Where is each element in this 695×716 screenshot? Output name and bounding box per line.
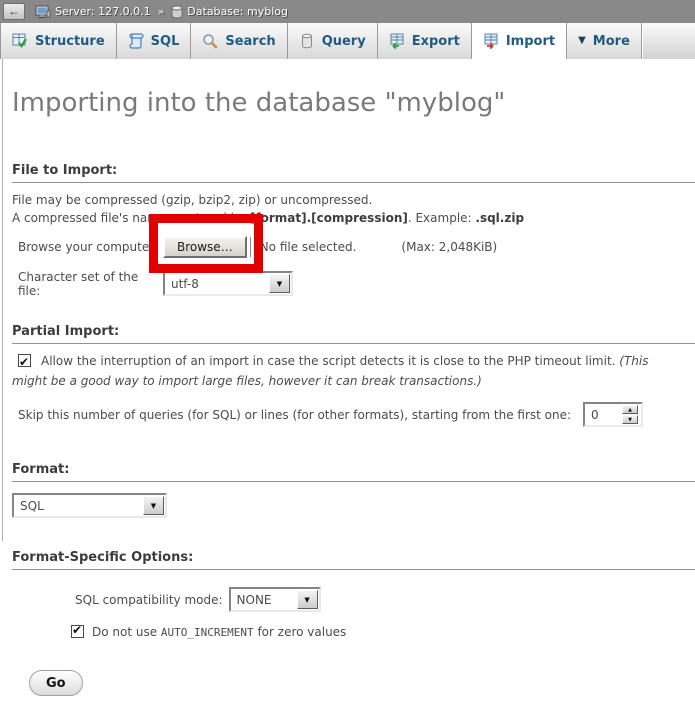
auto-increment-checkbox[interactable]: ✔: [71, 625, 84, 638]
page-title: Importing into the database "myblog": [12, 88, 695, 118]
charset-select[interactable]: utf-8 ▼: [163, 271, 293, 296]
breadcrumb-separator: »: [158, 5, 165, 18]
breadcrumb-bar: ← Server: 127.0.0.1 » Database: myblog: [0, 0, 695, 23]
allow-interruption-checkbox[interactable]: ✔: [18, 354, 31, 367]
tab-label: Import: [506, 34, 555, 49]
tab-search[interactable]: Search: [191, 23, 287, 59]
breadcrumb-database[interactable]: Database: myblog: [187, 5, 288, 18]
format-selected-value: SQL: [20, 499, 44, 513]
charset-selected-value: utf-8: [171, 277, 199, 291]
file-help-line1: File may be compressed (gzip, bzip2, zip…: [12, 193, 372, 207]
tab-label: Export: [412, 34, 460, 49]
charset-row: Character set of the file: utf-8 ▼: [12, 271, 695, 296]
structure-icon: [12, 33, 28, 49]
charset-label: Character set of the file:: [18, 270, 163, 298]
sql-compatibility-select[interactable]: NONE ▼: [229, 587, 321, 612]
tab-export[interactable]: Export: [378, 23, 472, 59]
dropdown-arrow-icon[interactable]: ▼: [269, 274, 290, 293]
search-icon: [202, 33, 218, 49]
section-heading-format-options: Format-Specific Options:: [12, 550, 695, 570]
go-button[interactable]: Go: [29, 670, 83, 696]
format-select[interactable]: SQL ▼: [12, 493, 167, 518]
import-form: Importing into the database "myblog" Fil…: [0, 88, 695, 696]
tab-sql[interactable]: SQL: [117, 23, 192, 59]
tab-bar: Structure SQL Search: [0, 23, 695, 59]
tab-more[interactable]: ▼ More: [567, 23, 642, 59]
allow-interruption-text: Allow the interruption of an import in c…: [41, 354, 619, 368]
file-input-divider: [250, 237, 251, 257]
tab-label: More: [593, 34, 630, 49]
server-icon: [35, 5, 51, 19]
section-heading-partial-import: Partial Import:: [12, 324, 695, 344]
import-icon: [483, 33, 499, 49]
stepper-down-icon[interactable]: ▼: [622, 415, 638, 424]
browse-label: Browse your computer:: [18, 240, 163, 254]
sql-compatibility-row: SQL compatibility mode: NONE ▼: [75, 587, 695, 612]
section-heading-file-to-import: File to Import:: [12, 163, 695, 183]
back-button[interactable]: ←: [3, 3, 25, 20]
skip-queries-stepper[interactable]: 0 ▲ ▼: [583, 402, 643, 427]
checkmark-icon: ✔: [19, 352, 29, 372]
section-heading-format: Format:: [12, 462, 695, 482]
dropdown-arrow-icon[interactable]: ▼: [143, 496, 164, 515]
no-file-selected-text: No file selected.: [260, 240, 357, 254]
phpmyadmin-import-page: ← Server: 127.0.0.1 » Database: myblog: [0, 0, 695, 716]
tab-structure[interactable]: Structure: [0, 23, 117, 59]
skip-queries-row: Skip this number of queries (for SQL) or…: [18, 402, 695, 427]
sql-compatibility-label: SQL compatibility mode:: [75, 593, 223, 607]
checkmark-icon: ✔: [72, 623, 82, 637]
dropdown-arrow-icon[interactable]: ▼: [297, 590, 318, 609]
sql-compatibility-value: NONE: [237, 593, 272, 607]
tab-bar-filler: [642, 23, 695, 59]
auto-increment-label: Do not use AUTO_INCREMENT for zero value…: [92, 625, 346, 639]
tab-label: Query: [322, 34, 366, 49]
file-help-line2: A compressed file's name must end in .[f…: [12, 211, 524, 225]
database-icon: [171, 5, 183, 19]
export-icon: [389, 33, 405, 49]
file-help-text: File may be compressed (gzip, bzip2, zip…: [12, 191, 681, 227]
allow-interruption-row: ✔ Allow the interruption of an import in…: [12, 351, 681, 391]
tab-label: Structure: [35, 34, 105, 49]
chevron-down-icon: ▼: [578, 36, 586, 46]
auto-increment-row: ✔ Do not use AUTO_INCREMENT for zero val…: [71, 624, 695, 639]
tab-label: Search: [225, 34, 275, 49]
breadcrumb-server[interactable]: Server: 127.0.0.1: [55, 5, 151, 18]
sql-icon: [128, 33, 144, 49]
browse-row: Browse your computer: Browse… No file se…: [12, 235, 695, 259]
max-upload-size: (Max: 2,048KiB): [401, 240, 497, 254]
stepper-buttons: ▲ ▼: [622, 405, 638, 424]
tab-query[interactable]: Query: [288, 23, 378, 59]
query-icon: [299, 33, 315, 49]
stepper-up-icon[interactable]: ▲: [622, 405, 638, 414]
skip-queries-value: 0: [591, 408, 599, 422]
tab-import[interactable]: Import: [472, 23, 567, 59]
skip-queries-label: Skip this number of queries (for SQL) or…: [18, 408, 571, 422]
browse-button[interactable]: Browse…: [163, 236, 247, 258]
tab-label: SQL: [151, 34, 180, 49]
